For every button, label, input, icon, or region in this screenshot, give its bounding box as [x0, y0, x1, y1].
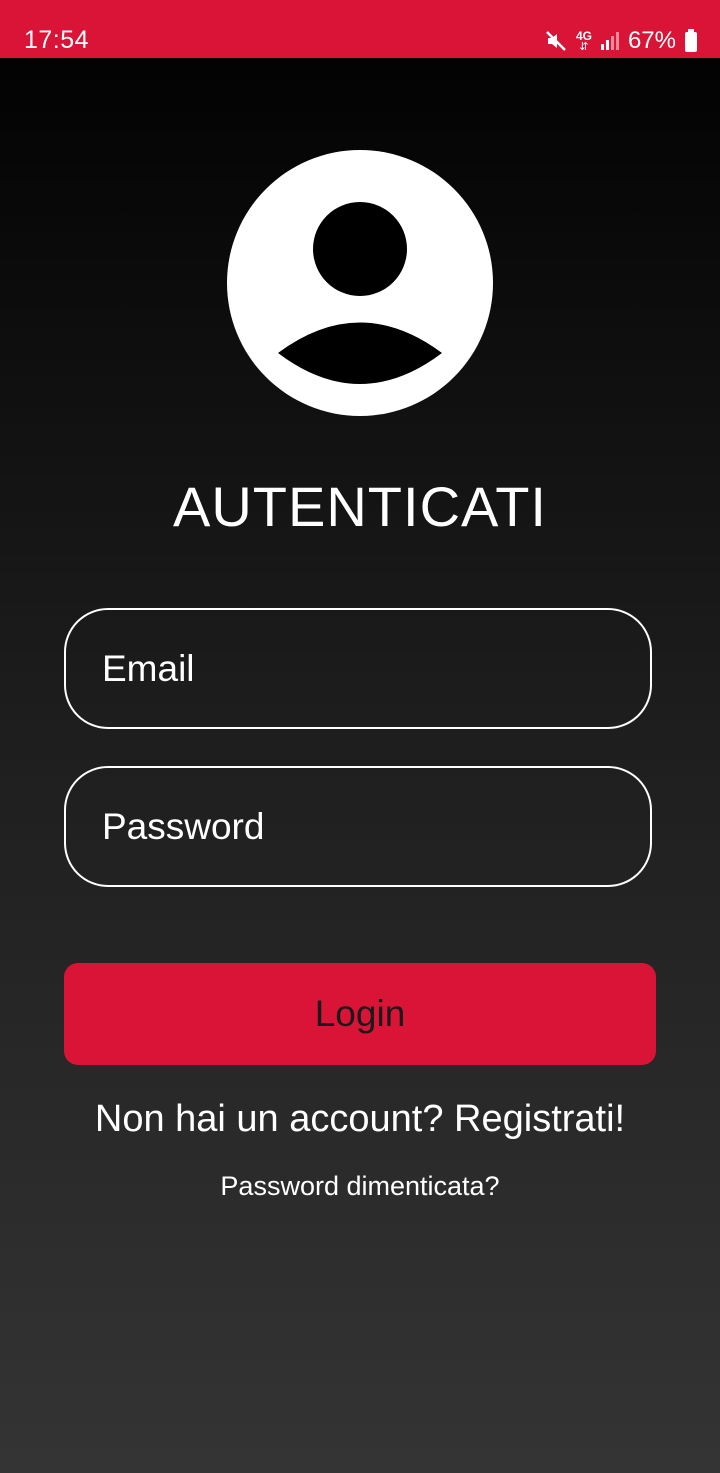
battery-percent: 67%	[627, 27, 676, 54]
status-time: 17:54	[24, 26, 90, 54]
login-button-label: Login	[314, 993, 406, 1034]
page-title: AUTENTICATI	[173, 475, 547, 538]
forgot-password-link[interactable]: Password dimenticata?	[0, 1171, 720, 1202]
status-icons: 4G ⇵ 67%	[544, 27, 698, 55]
signal-icon	[600, 30, 620, 52]
email-placeholder: Email	[102, 647, 195, 689]
battery-icon	[684, 29, 698, 53]
mute-icon	[544, 29, 568, 53]
register-link[interactable]: Non hai un account? Registrati!	[0, 1098, 720, 1141]
status-bar: 17:54 4G ⇵ 67%	[0, 0, 720, 58]
user-avatar-icon	[227, 150, 493, 416]
password-field[interactable]: Password	[64, 766, 652, 887]
login-button[interactable]: Login	[64, 963, 656, 1065]
password-placeholder: Password	[102, 805, 265, 847]
network-label: 4G	[575, 28, 592, 43]
email-field[interactable]: Email	[64, 608, 652, 729]
network-4g-icon: 4G ⇵	[575, 28, 592, 53]
